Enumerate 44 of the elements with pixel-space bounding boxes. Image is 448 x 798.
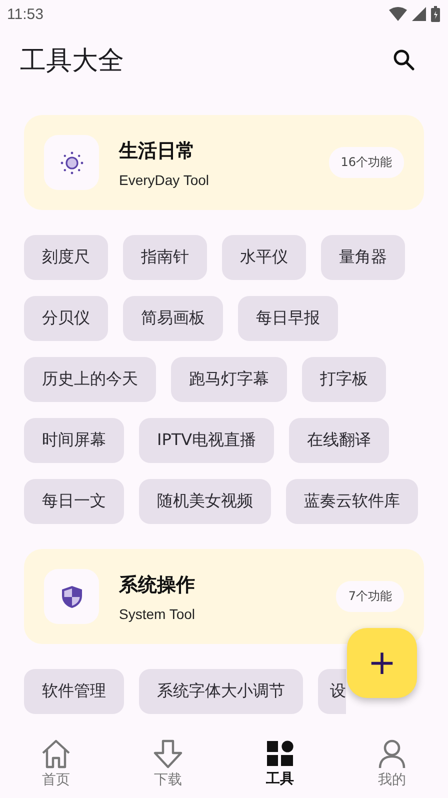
- person-icon: [377, 739, 407, 769]
- grid-shapes-icon: [266, 740, 294, 768]
- tool-chip[interactable]: 在线翻译: [289, 418, 390, 463]
- wifi-icon: [389, 7, 407, 21]
- tool-chip[interactable]: 每日早报: [238, 296, 338, 341]
- add-button[interactable]: +: [347, 628, 417, 698]
- tool-chip[interactable]: 简易画板: [123, 296, 223, 341]
- tool-chip[interactable]: 跑马灯字幕: [171, 357, 287, 402]
- feature-count-badge: 16个功能: [328, 147, 404, 178]
- download-arrow-icon: [152, 739, 184, 769]
- nav-tab[interactable]: 下载: [112, 730, 224, 798]
- tool-chip[interactable]: 每日一文: [24, 479, 124, 524]
- feature-count-badge: 7个功能: [336, 581, 404, 612]
- tool-chip[interactable]: 系统字体大小调节: [139, 669, 303, 714]
- status-time: 11:53: [7, 6, 44, 22]
- category-subtitle: EveryDay Tool: [119, 172, 210, 188]
- tool-chip[interactable]: IPTV电视直播: [139, 418, 274, 463]
- home-icon: [40, 739, 72, 769]
- tool-chip[interactable]: 历史上的今天: [24, 357, 156, 402]
- tool-chip[interactable]: 设: [318, 669, 346, 714]
- tool-chip[interactable]: 指南针: [123, 235, 207, 280]
- battery-icon: [431, 6, 440, 22]
- tool-chip[interactable]: 软件管理: [24, 669, 124, 714]
- signal-icon: [412, 7, 426, 21]
- page-title: 工具大全: [20, 44, 124, 78]
- sun-icon: [60, 150, 84, 174]
- category-title: 系统操作: [119, 572, 196, 598]
- search-icon[interactable]: [392, 48, 416, 72]
- shield-icon: [60, 584, 82, 608]
- tool-chip[interactable]: 随机美女视频: [139, 479, 271, 524]
- tool-chip[interactable]: 刻度尺: [24, 235, 108, 280]
- tool-chip[interactable]: 水平仪: [222, 235, 306, 280]
- nav-tab[interactable]: 工具: [224, 730, 336, 798]
- tool-chip[interactable]: 分贝仪: [24, 296, 108, 341]
- tool-chip[interactable]: 量角器: [321, 235, 405, 280]
- nav-tab[interactable]: 我的: [336, 730, 448, 798]
- category-card[interactable]: 生活日常 EveryDay Tool 16个功能: [24, 115, 424, 210]
- tool-chip[interactable]: 时间屏幕: [24, 418, 124, 463]
- category-subtitle: System Tool: [119, 606, 196, 622]
- tool-chip[interactable]: 蓝奏云软件库: [286, 479, 418, 524]
- nav-tab[interactable]: 首页: [0, 730, 112, 798]
- category-card[interactable]: 系统操作 System Tool 7个功能: [24, 549, 424, 644]
- category-title: 生活日常: [119, 138, 196, 164]
- tool-chip[interactable]: 打字板: [302, 357, 386, 402]
